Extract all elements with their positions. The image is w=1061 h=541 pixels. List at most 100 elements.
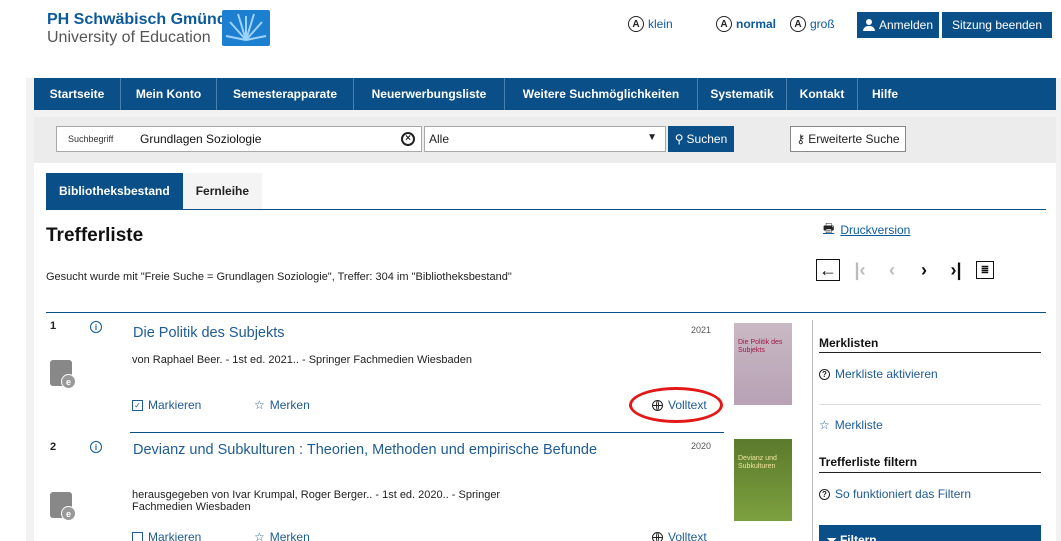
book-cover[interactable]: Die Politik des Subjekts [734,323,792,405]
result-separator [130,432,724,433]
search-summary: Gesucht wurde mit "Freie Suche = Grundla… [46,271,512,283]
nav-item-mein-konto[interactable]: Mein Konto [121,78,217,110]
remember-label: Merken [269,398,310,412]
remember-button[interactable]: ☆ Merken [254,398,310,412]
main-nav: Startseite Mein Konto Semesterapparate N… [34,78,1056,110]
sidebar-rule [819,352,1041,353]
advanced-search-label: Erweiterte Suche [808,132,900,146]
page-title: Trefferliste [46,225,144,246]
activate-merkliste-link[interactable]: ? Merkliste aktivieren [819,367,938,381]
nav-item-kontakt[interactable]: Kontakt [787,78,858,110]
mark-label: Markieren [148,530,202,541]
next-page-icon[interactable]: › [912,259,936,281]
login-label: Anmelden [878,18,933,32]
question-icon: ? [819,488,830,500]
star-icon: ☆ [254,530,265,541]
last-page-icon[interactable]: ›| [944,259,968,281]
font-size-icon: A [716,16,732,32]
logout-label: Sitzung beenden [951,18,1043,32]
key-icon: ⚷ [796,132,806,146]
mark-checkbox[interactable]: ✓ Markieren [132,398,201,412]
nav-item-hilfe[interactable]: Hilfe [858,78,912,110]
result-year: 2020 [691,441,712,451]
fulltext-link[interactable]: Volltext [652,530,707,541]
font-size-normal-label: normal [736,17,777,31]
nav-item-neuerwerbungsliste[interactable]: Neuerwerbungsliste [354,78,505,110]
result-tabs: Bibliotheksbestand Fernleihe [46,173,263,209]
fulltext-label: Volltext [668,530,707,541]
search-value[interactable]: Grundlagen Soziologie [140,132,401,146]
chevron-down-icon: ▼ [647,132,657,143]
info-icon[interactable]: i [90,321,102,333]
merkliste-link[interactable]: ☆ Merkliste [819,418,883,432]
list-view-icon[interactable]: ≣ [976,261,994,279]
merkliste-label: Merkliste [834,418,883,432]
nav-item-weitere-suchmoeglichkeiten[interactable]: Weitere Suchmöglichkeiten [505,78,698,110]
star-icon: ☆ [819,418,830,432]
result-title[interactable]: Devianz und Subkulturen : Theorien, Meth… [133,441,603,459]
tab-fernleihe[interactable]: Fernleihe [182,173,263,209]
result-author: herausgegeben von Ivar Krumpal, Roger Be… [132,489,501,513]
checkbox-icon: ✓ [132,399,143,411]
font-size-normal-button[interactable]: A normal [716,16,776,32]
ebook-icon [50,360,76,389]
search-button-label: Suchen [686,132,728,146]
font-size-small-button[interactable]: A klein [628,16,673,32]
result-number: 2 [50,441,57,453]
search-button[interactable]: ⚲ Suchen [668,126,734,152]
logo-subtitle: University of Education [47,29,211,46]
printer-icon: 🖶 [823,221,835,235]
mark-checkbox[interactable]: Markieren [132,530,201,541]
result-author: von Raphael Beer. - 1st ed. 2021.. - Spr… [132,354,472,366]
font-size-large-label: groß [810,17,835,31]
info-icon[interactable]: i [90,441,102,453]
search-bar: Suchbegriff Grundlagen Soziologie × Alle… [34,117,1056,163]
user-icon [863,19,875,31]
result-title[interactable]: Die Politik des Subjekts [133,324,285,342]
filter-heading: Trefferliste filtern [819,455,918,469]
merklisten-heading: Merklisten [819,336,879,350]
filter-help-link[interactable]: ? So funktioniert das Filtern [819,487,971,501]
mark-label: Markieren [148,398,202,412]
remember-button[interactable]: ☆ Merken [254,530,310,541]
login-button[interactable]: Anmelden [857,12,939,38]
globe-icon [652,531,663,541]
font-size-large-button[interactable]: A groß [790,16,835,32]
result-year: 2021 [691,325,712,335]
clear-icon[interactable]: × [401,132,415,146]
search-input[interactable]: Suchbegriff Grundlagen Soziologie × [56,126,422,152]
font-size-icon: A [790,16,806,32]
search-scope-select[interactable]: Alle ▼ [424,126,666,152]
back-arrow-icon[interactable]: ← [816,259,840,281]
tab-bibliotheksbestand[interactable]: Bibliotheksbestand [46,173,183,209]
result-number: 1 [50,320,57,332]
search-scope-value: Alle [429,132,450,146]
previous-page-icon: ‹ [889,259,895,280]
cover-title: Die Politik des Subjekts [738,339,783,354]
logo-title: PH Schwäbisch Gmünd [47,11,227,28]
book-cover[interactable]: Devianz und Subkulturen [734,439,792,521]
nav-item-startseite[interactable]: Startseite [34,78,121,110]
font-size-icon: A [628,16,644,32]
question-icon: ? [819,368,830,380]
logout-button[interactable]: Sitzung beenden [942,12,1052,38]
cover-title: Devianz und Subkulturen [738,455,777,470]
search-icon: ⚲ [674,132,684,146]
first-page-icon: |‹ [854,259,866,280]
filter-button-label: Filtern [839,533,877,541]
ebook-icon [50,492,76,521]
nav-item-systematik[interactable]: Systematik [698,78,787,110]
highlight-circle [629,387,723,423]
sidebar-rule [819,472,1041,473]
nav-item-semesterapparate[interactable]: Semesterapparate [217,78,354,110]
activate-merkliste-label: Merkliste aktivieren [835,367,938,381]
filter-help-label: So funktioniert das Filtern [835,487,972,501]
filter-button[interactable]: ⏷ Filtern [819,525,1041,541]
tabs-divider [46,209,1046,210]
university-logo[interactable]: PH Schwäbisch Gmünd University of Educat… [47,11,227,47]
pagination: ← |‹ ‹ › ›| ≣ [816,259,994,281]
print-version-link[interactable]: 🖶 Druckversion [823,219,910,240]
results-divider [46,312,1046,313]
advanced-search-button[interactable]: ⚷ Erweiterte Suche [790,126,906,152]
search-field-label: Suchbegriff [68,134,114,144]
